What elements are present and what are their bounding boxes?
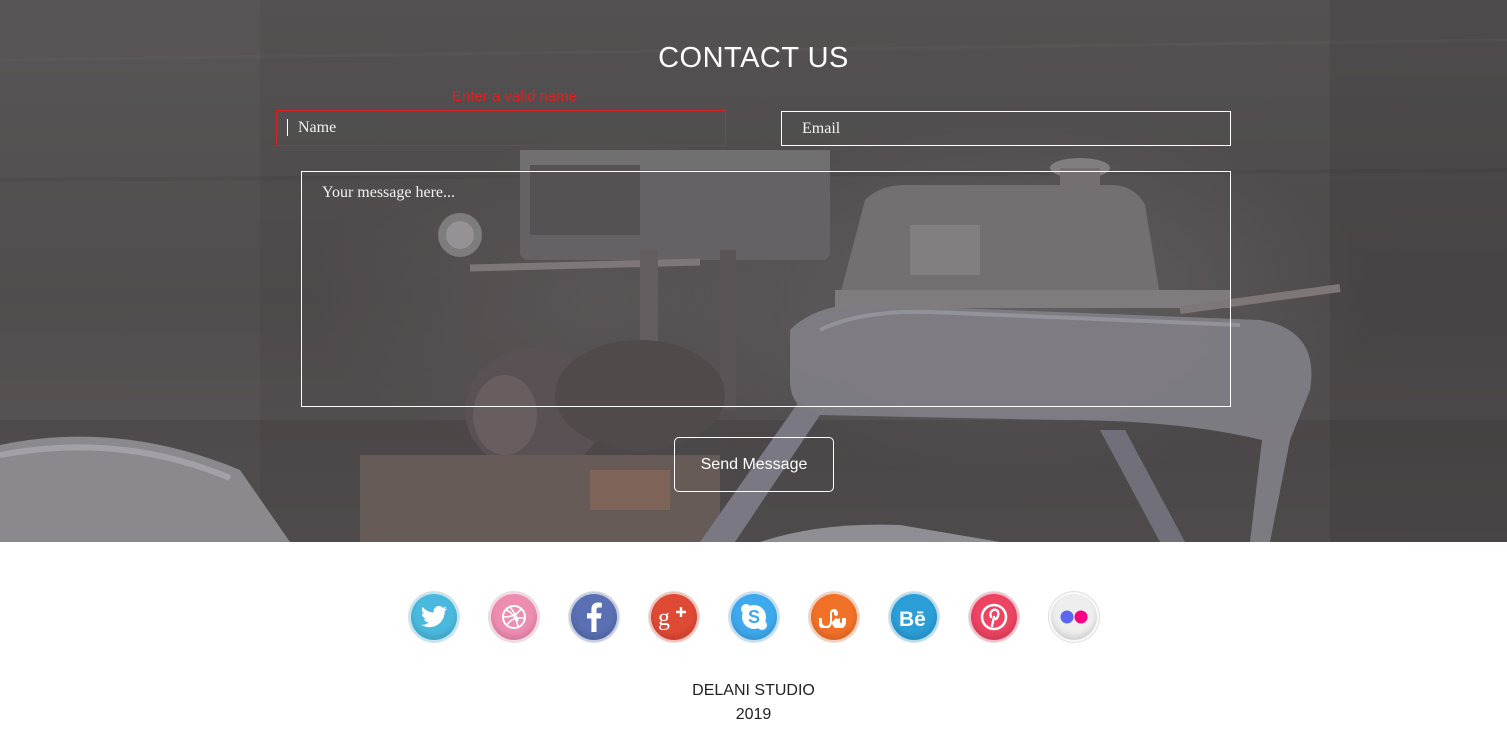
copyright-year: 2019 [735,706,772,723]
google-plus-link[interactable]: g [649,592,699,642]
flickr-icon [1058,609,1090,625]
pinterest-link[interactable] [969,592,1019,642]
behance-link[interactable]: Bē [889,592,939,642]
stumbleupon-link[interactable] [809,592,859,642]
send-message-button[interactable]: Send Message [674,437,834,492]
social-links: g S Bē [409,592,1099,642]
behance-icon: Bē [898,605,930,629]
stumbleupon-icon [819,606,849,628]
svg-text:g: g [658,605,670,630]
svg-text:S: S [748,607,760,627]
text-cursor [287,119,288,136]
page-title: CONTACT US [658,42,849,74]
facebook-icon [586,602,602,632]
skype-link[interactable]: S [729,592,779,642]
twitter-icon [420,605,448,629]
name-error-message: Enter a valid name [452,88,578,105]
dribbble-icon [501,604,527,630]
facebook-link[interactable] [569,592,619,642]
google-plus-icon: g [657,604,691,630]
name-field[interactable] [276,110,726,146]
studio-name: DELANI STUDIO [692,682,815,699]
flickr-link[interactable] [1049,592,1099,642]
svg-text:Bē: Bē [899,608,926,629]
message-field[interactable] [301,171,1231,407]
studio-credit: DELANI STUDIO 2019 [0,679,1507,727]
dribbble-link[interactable] [489,592,539,642]
skype-icon: S [739,602,769,632]
pinterest-icon [979,602,1009,632]
email-field[interactable] [781,111,1231,146]
contact-section: CONTACT US Enter a valid name Send Messa… [0,0,1507,542]
twitter-link[interactable] [409,592,459,642]
